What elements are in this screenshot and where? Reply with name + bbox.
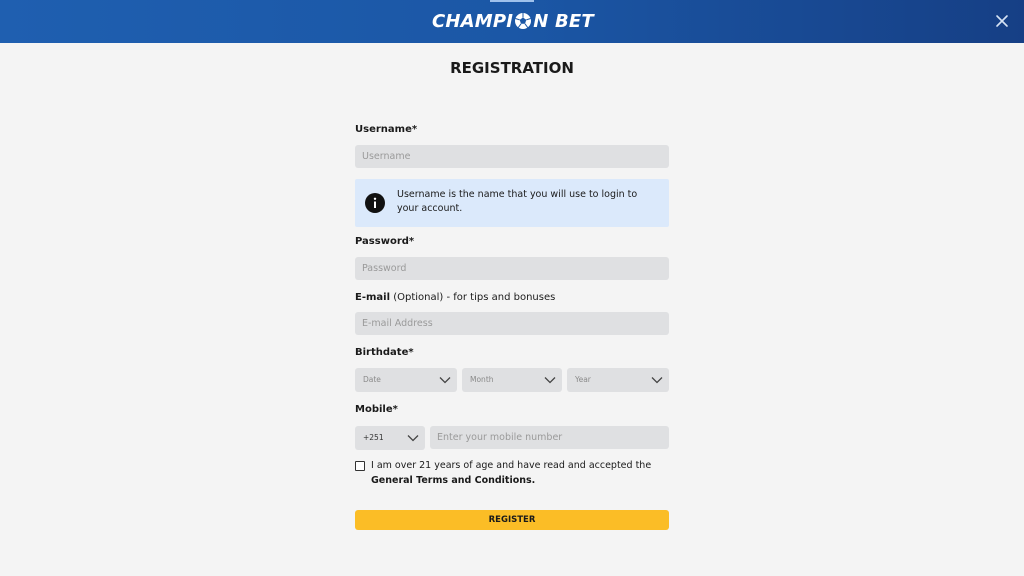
brand-text-right: N BET: [533, 10, 594, 32]
email-label-hint: (Optional) - for tips and bonuses: [390, 292, 556, 303]
register-button[interactable]: REGISTER: [355, 510, 669, 530]
soccer-ball-icon: [514, 12, 532, 30]
mobile-label: Mobile*: [355, 404, 398, 415]
brand-text-left: CHAMPI: [432, 10, 514, 32]
month-select-value: Month: [470, 375, 494, 384]
terms-checkbox[interactable]: [355, 461, 365, 471]
chevron-down-icon: [544, 377, 556, 384]
username-input[interactable]: [355, 145, 669, 168]
country-code-select[interactable]: +251: [355, 426, 425, 450]
birthdate-year-select[interactable]: Year: [567, 368, 669, 392]
mobile-input[interactable]: [430, 426, 669, 449]
terms-statement: I am over 21 years of age and have read …: [371, 460, 652, 471]
chevron-down-icon: [651, 377, 663, 384]
email-input[interactable]: [355, 312, 669, 335]
year-select-value: Year: [575, 375, 591, 384]
password-label: Password*: [355, 236, 415, 247]
username-info-box: Username is the name that you will use t…: [355, 179, 669, 227]
email-label-bold: E-mail: [355, 292, 391, 303]
chevron-down-icon: [439, 377, 451, 384]
page-title: REGISTRATION: [450, 59, 574, 77]
birthdate-day-select[interactable]: Date: [355, 368, 457, 392]
terms-text: I am over 21 years of age and have read …: [371, 459, 671, 488]
chevron-down-icon: [407, 435, 419, 442]
email-label: E-mail (Optional) - for tips and bonuses: [355, 292, 555, 303]
brand-logo[interactable]: CHAMPI N BET: [432, 9, 594, 33]
username-label: Username*: [355, 124, 418, 135]
day-select-value: Date: [363, 375, 381, 384]
close-icon[interactable]: [993, 12, 1011, 30]
terms-link[interactable]: General Terms and Conditions.: [371, 475, 535, 486]
birthdate-label: Birthdate*: [355, 347, 414, 358]
birthdate-month-select[interactable]: Month: [462, 368, 562, 392]
password-input[interactable]: [355, 257, 669, 280]
info-text: Username is the name that you will use t…: [397, 189, 638, 214]
top-bar: CHAMPI N BET: [0, 0, 1024, 43]
info-icon: [365, 193, 385, 213]
top-indicator: [490, 0, 534, 2]
country-code-value: +251: [363, 433, 384, 442]
